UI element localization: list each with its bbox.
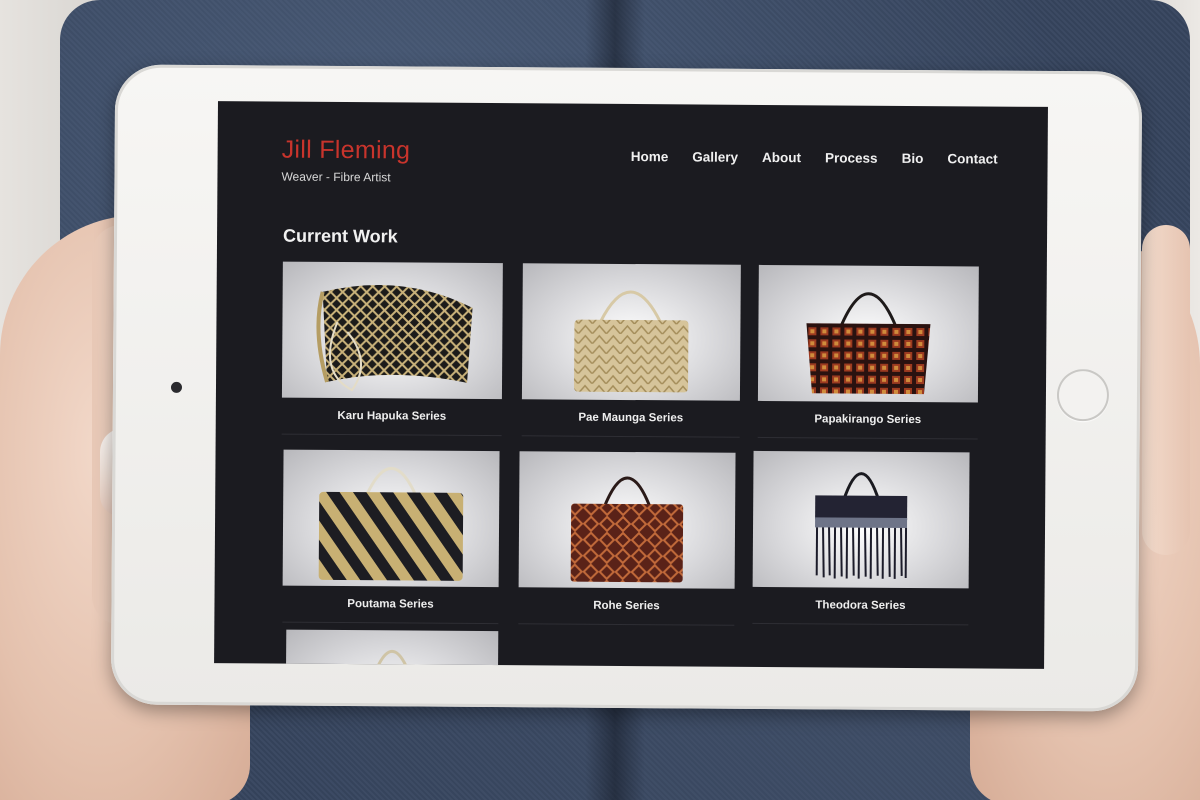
gallery-card-poutama[interactable]: Poutama Series — [282, 449, 500, 625]
gallery-caption[interactable]: Theodora Series — [752, 599, 968, 613]
nav-item-home[interactable]: Home — [631, 149, 669, 164]
bag-image-clutch — [316, 285, 473, 392]
nav-item-about[interactable]: About — [762, 150, 801, 165]
site-title[interactable]: Jill Fleming — [282, 136, 411, 166]
card-divider — [281, 433, 502, 437]
gallery-card-theodora[interactable]: Theodora Series — [752, 450, 970, 626]
website-screen: Jill Fleming Weaver - Fibre Artist Home … — [214, 101, 1048, 669]
main-nav: Home Gallery About Process Bio Contact — [631, 149, 998, 167]
bag-image-partial — [374, 650, 410, 669]
gallery-thumbnail[interactable] — [518, 451, 736, 589]
gallery-thumbnail[interactable] — [752, 450, 970, 589]
gallery-caption[interactable]: Karu Hapuka Series — [282, 410, 502, 424]
bag-image-fringe — [815, 472, 908, 579]
camera-icon — [170, 381, 183, 393]
section-title: Current Work — [282, 225, 398, 247]
brand: Jill Fleming Weaver - Fibre Artist — [281, 136, 410, 185]
card-divider — [518, 623, 735, 626]
bag-image-tote-red-black — [806, 292, 931, 395]
bag-image-tote-diagonal — [318, 467, 464, 581]
nav-item-process[interactable]: Process — [825, 150, 878, 165]
gallery-card-pae-maunga[interactable]: Pae Maunga Series — [521, 263, 741, 438]
gallery-caption[interactable]: Papakirango Series — [758, 413, 978, 427]
gallery-caption[interactable]: Poutama Series — [282, 598, 498, 612]
card-divider — [521, 435, 740, 438]
site-tagline: Weaver - Fibre Artist — [281, 169, 391, 185]
gallery-caption[interactable]: Rohe Series — [518, 599, 734, 613]
gallery-thumbnail[interactable] — [282, 449, 500, 588]
nav-item-bio[interactable]: Bio — [902, 151, 924, 166]
gallery-thumbnail[interactable] — [521, 263, 741, 401]
nav-item-gallery[interactable]: Gallery — [692, 149, 738, 164]
nav-item-contact[interactable]: Contact — [947, 151, 997, 166]
card-divider — [752, 622, 969, 626]
tablet-device: Jill Fleming Weaver - Fibre Artist Home … — [110, 64, 1143, 712]
card-divider — [282, 621, 499, 625]
gallery-thumbnail[interactable] — [285, 629, 499, 669]
gallery-card-partial[interactable] — [285, 629, 499, 669]
gallery-card-karu-hapuka[interactable]: Karu Hapuka Series — [281, 261, 503, 437]
gallery-thumbnail[interactable] — [281, 261, 503, 400]
home-button[interactable] — [1056, 369, 1110, 422]
right-thumb — [1142, 225, 1190, 555]
bag-image-tote-natural — [574, 290, 689, 393]
bag-image-tote-red-pattern — [570, 476, 684, 583]
card-divider — [757, 436, 978, 440]
gallery-thumbnail[interactable] — [757, 264, 979, 403]
gallery-caption[interactable]: Pae Maunga Series — [522, 411, 740, 425]
gallery-card-rohe[interactable]: Rohe Series — [518, 451, 736, 626]
gallery-card-papakirango[interactable]: Papakirango Series — [757, 264, 979, 440]
